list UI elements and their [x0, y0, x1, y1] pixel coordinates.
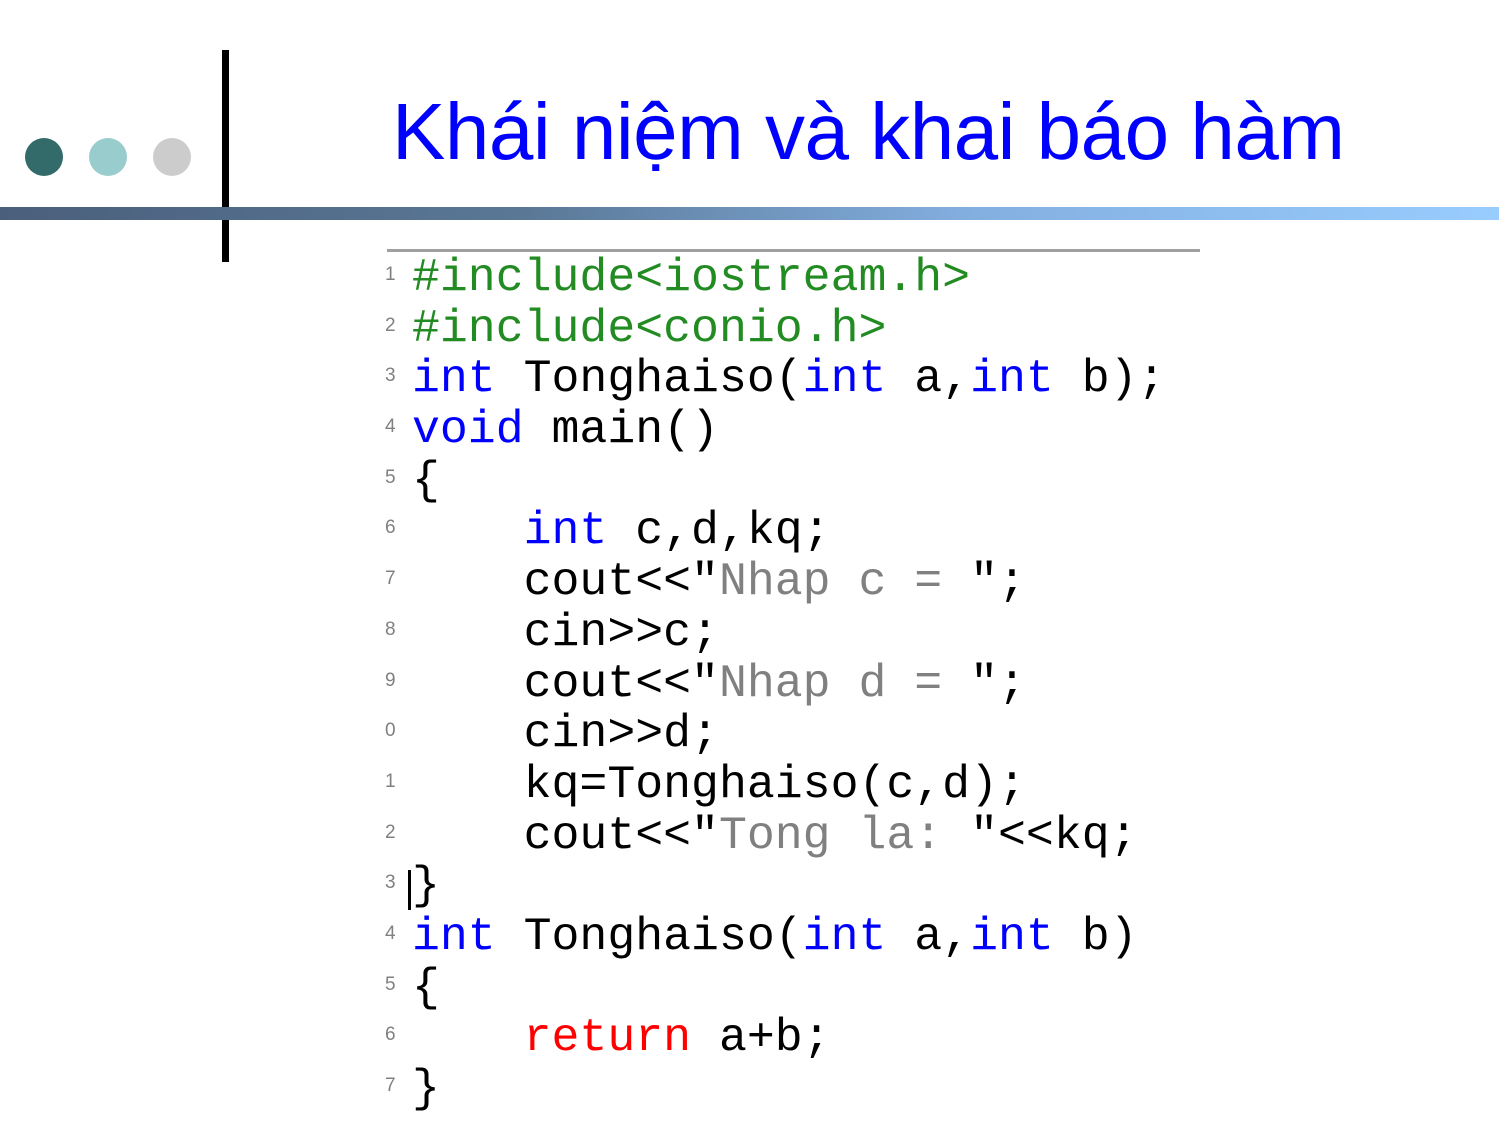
code-token-plain: } — [412, 859, 440, 913]
code-token-plain: { — [412, 453, 440, 507]
code-token-plain: "; — [970, 555, 1026, 609]
code-token-plain: "<<kq; — [970, 808, 1138, 862]
code-text: cout<<"Nhap c = "; — [412, 557, 1026, 607]
code-text: } — [412, 1064, 440, 1114]
code-token-plain: } — [412, 1062, 440, 1115]
code-token-kw: int — [802, 352, 887, 406]
dot-gray-icon — [153, 138, 191, 176]
code-token-plain: cout<<" — [412, 656, 719, 710]
code-token-plain: a, — [886, 352, 971, 406]
code-token-plain: cin>>c; — [412, 605, 719, 659]
line-number: 7 — [385, 568, 396, 590]
code-text: { — [412, 453, 440, 507]
code-token-pre: #include<conio.h> — [412, 301, 887, 355]
line-number: 1 — [385, 264, 396, 285]
code-token-kw: int — [970, 352, 1054, 406]
code-text: cout<<"Nhap d = "; — [412, 656, 1026, 710]
code-text: int c,d,kq; — [412, 506, 831, 556]
code-text: void main() — [412, 405, 719, 455]
code-token-plain: cin>>d; — [412, 707, 719, 761]
code-text: return a+b; — [412, 1013, 831, 1063]
slide-title: Khái niệm và khai báo hàm — [392, 87, 1345, 176]
text-cursor — [408, 870, 411, 911]
code-token-plain: kq=Tonghaiso(c,d); — [412, 757, 1026, 811]
code-token-kw: int — [802, 909, 887, 963]
code-text: int Tonghaiso(int a,int b); — [412, 354, 1165, 404]
line-number: 1 — [385, 770, 396, 792]
code-token-kw: int — [412, 352, 496, 406]
line-number: 6 — [385, 517, 396, 539]
line-number: 7 — [385, 1075, 396, 1096]
line-number: 6 — [385, 1024, 396, 1046]
code-text: #include<iostream.h> — [412, 253, 970, 303]
code-text: cin>>d; — [412, 709, 719, 759]
line-number: 8 — [385, 618, 396, 640]
code-text: kq=Tonghaiso(c,d); — [412, 757, 1026, 811]
line-number: 5 — [385, 466, 396, 488]
line-number: 2 — [385, 821, 396, 843]
code-text: { — [412, 960, 440, 1014]
code-token-plain: { — [412, 960, 440, 1014]
title-gradient-bar — [0, 207, 1499, 220]
code-token-plain: "; — [970, 656, 1026, 710]
code-token-plain: b) — [1053, 909, 1138, 963]
code-token-plain: cout<<" — [412, 555, 719, 609]
code-token-kw: int — [412, 909, 496, 963]
code-token-kw: int — [523, 504, 608, 558]
dot-light-teal-icon — [89, 138, 127, 176]
code-text: } — [412, 861, 440, 911]
code-text: #include<conio.h> — [412, 301, 887, 355]
line-number: 3 — [385, 365, 396, 387]
code-token-plain: main() — [523, 403, 719, 457]
code-token-plain: b); — [1053, 352, 1166, 406]
code-token-plain: a+b; — [691, 1011, 831, 1065]
line-number: 2 — [385, 314, 396, 336]
code-token-ret: return — [523, 1011, 692, 1065]
line-number: 4 — [385, 416, 396, 438]
code-token-kw: int — [970, 909, 1054, 963]
code-token-str: Nhap c = — [718, 555, 971, 609]
code-token-plain: Tonghaiso( — [495, 909, 803, 963]
code-token-str: Tong la: — [718, 808, 971, 862]
title-vertical-divider — [222, 50, 229, 262]
code-token-pre: #include<iostream.h> — [412, 251, 971, 304]
line-number: 0 — [385, 720, 396, 742]
line-number: 5 — [385, 973, 396, 995]
decorative-dots — [25, 138, 195, 176]
line-number: 4 — [385, 922, 396, 944]
line-number: 9 — [385, 669, 396, 691]
code-token-plain: Tonghaiso( — [495, 352, 803, 406]
code-text: int Tonghaiso(int a,int b) — [412, 909, 1138, 963]
line-number: 3 — [385, 872, 396, 894]
code-text: cout<<"Tong la: "<<kq; — [412, 808, 1138, 862]
dot-dark-teal-icon — [25, 138, 63, 176]
code-token-kw: void — [412, 403, 524, 457]
code-token-plain: c,d,kq; — [607, 504, 831, 558]
code-text: cin>>c; — [412, 605, 719, 659]
code-token-plain: a, — [886, 909, 971, 963]
code-token-plain: cout<<" — [412, 808, 719, 862]
code-token-str: Nhap d = — [718, 656, 971, 710]
